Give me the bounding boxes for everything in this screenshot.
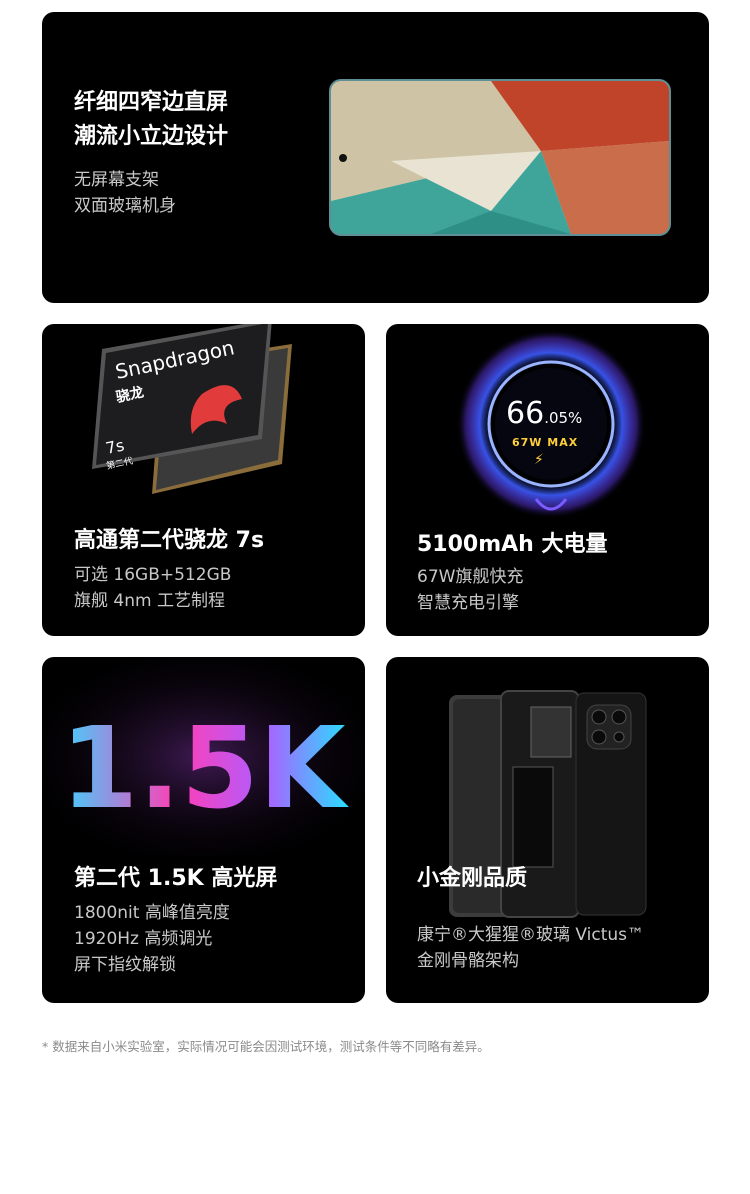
wallpaper-graphic: [331, 81, 669, 234]
design-sub-line1: 无屏幕支架: [74, 170, 159, 190]
display-hero-graphic: 1.5K: [42, 657, 365, 857]
chip-card: Snapdragon 骁龙 7s 第二代 高通第二代骁龙 7s 可选 16GB+…: [42, 324, 365, 636]
battery-card: 66.05% 67W MAX ⚡ 5100mAh 大电量 67W旗舰快充 智慧充…: [386, 324, 709, 636]
durability-card: 小金刚品质 康宁®大猩猩®玻璃 Victus™ 金刚骨骼架构: [386, 657, 709, 1003]
design-title-line2: 潮流小立边设计: [74, 124, 229, 149]
durability-sub-line1: 康宁®大猩猩®玻璃 Victus™: [417, 925, 645, 945]
display-subtitle: 1800nit 高峰值亮度 1920Hz 高频调光 屏下指纹解锁: [74, 900, 230, 978]
durability-title: 小金刚品质: [417, 866, 528, 891]
battery-title: 5100mAh 大电量: [417, 532, 608, 557]
display-sub-line2: 1920Hz 高频调光: [74, 929, 213, 949]
front-camera-icon: [339, 154, 347, 162]
durability-sub-line2: 金刚骨骼架构: [417, 951, 519, 971]
design-title-line1: 纤细四窄边直屏: [74, 90, 229, 115]
lightning-bolt-icon: ⚡: [534, 452, 544, 468]
chip-title: 高通第二代骁龙 7s: [74, 528, 265, 553]
charge-percent: 66.05%: [506, 396, 582, 431]
battery-sub-line1: 67W旗舰快充: [417, 567, 524, 587]
charge-value: 66: [506, 396, 545, 431]
charge-decimal: .05%: [544, 409, 583, 427]
chip-sub-line1: 可选 16GB+512GB: [74, 565, 232, 585]
durability-subtitle: 康宁®大猩猩®玻璃 Victus™ 金刚骨骼架构: [417, 922, 644, 974]
battery-sub-line2: 智慧充电引擎: [417, 593, 519, 613]
display-title: 第二代 1.5K 高光屏: [74, 866, 278, 891]
battery-subtitle: 67W旗舰快充 智慧充电引擎: [417, 564, 523, 616]
display-sub-line3: 屏下指纹解锁: [74, 955, 176, 975]
design-title: 纤细四窄边直屏 潮流小立边设计: [74, 86, 228, 154]
hero-15k-text: 1.5K: [60, 704, 349, 834]
snapdragon-chip-image: Snapdragon 骁龙 7s 第二代: [92, 324, 292, 494]
phone-front-image: [329, 79, 671, 236]
design-subtitle: 无屏幕支架 双面玻璃机身: [74, 167, 176, 219]
display-sub-line1: 1800nit 高峰值亮度: [74, 903, 230, 923]
chip-subtitle: 可选 16GB+512GB 旗舰 4nm 工艺制程: [74, 562, 231, 614]
disclaimer-footnote: * 数据来自小米实验室，实际情况可能会因测试环境，测试条件等不同略有差异。: [42, 1039, 490, 1054]
design-card: 纤细四窄边直屏 潮流小立边设计 无屏幕支架 双面玻璃机身: [42, 12, 709, 303]
design-sub-line2: 双面玻璃机身: [74, 196, 176, 216]
chip-model-text: 7s: [104, 435, 126, 457]
display-card: 1.5K 第二代 1.5K 高光屏 1800nit 高峰值亮度 1920Hz 高…: [42, 657, 365, 1003]
chip-sub-line2: 旗舰 4nm 工艺制程: [74, 591, 225, 611]
charge-watt-label: 67W MAX: [512, 436, 579, 449]
